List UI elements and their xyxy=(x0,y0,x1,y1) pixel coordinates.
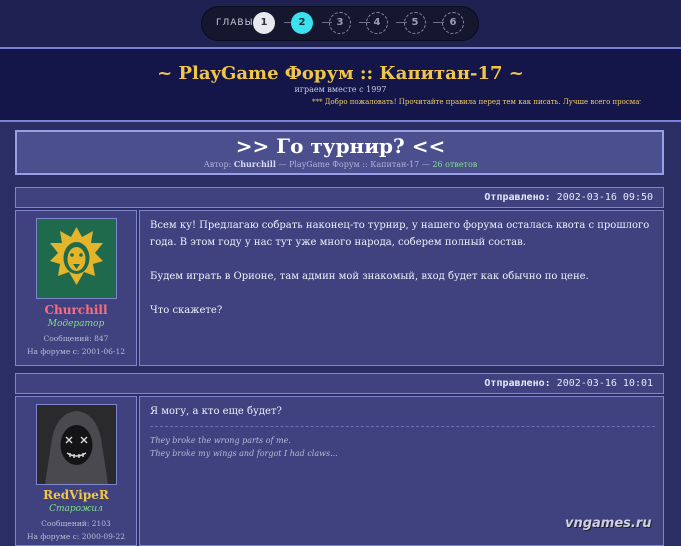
username-text: Churchill xyxy=(44,303,108,317)
hooded-figure-avatar[interactable] xyxy=(36,404,117,485)
signature-line: They broke the wrong parts of me. xyxy=(150,436,291,445)
chapter-5-button[interactable]: 5 xyxy=(404,12,426,34)
post-paragraph: Всем ку! Предлагаю собрать наконец-то ту… xyxy=(150,220,650,248)
post-date-bar: Отправлено: 2002-03-16 10:01 xyxy=(15,373,664,394)
thread-author-prefix: Автор: xyxy=(203,160,232,169)
hooded-figure-icon xyxy=(37,405,116,484)
reply-count: 26 ответов xyxy=(432,160,478,169)
forum-title[interactable]: ~ PlayGame Форум :: Капитан-17 ~ xyxy=(0,63,681,84)
chapter-6-button[interactable]: 6 xyxy=(442,12,464,34)
username[interactable]: Churchill xyxy=(15,303,137,317)
user-messages: Сообщений: 847 xyxy=(43,334,109,343)
user-role: Старожил xyxy=(49,504,103,514)
thread-author[interactable]: Churchill xyxy=(234,159,276,169)
lion-avatar[interactable] xyxy=(36,218,117,299)
chapter-1-button[interactable]: 1 xyxy=(253,12,275,34)
post-paragraph: Будем играть в Орионе, там админ мой зна… xyxy=(150,271,589,282)
post-paragraph: Что скажете? xyxy=(150,305,223,316)
post-date-bar: Отправлено: 2002-03-16 09:50 xyxy=(15,187,664,208)
sent-label: Отправлено: xyxy=(484,192,551,203)
lion-icon xyxy=(50,227,103,285)
chapter-4-button[interactable]: 4 xyxy=(366,12,388,34)
forum-tagline: играем вместе с 1997 xyxy=(294,85,387,94)
chapter-3-button[interactable]: 3 xyxy=(329,12,351,34)
user-messages: Сообщений: 2103 xyxy=(41,519,111,528)
post-paragraph: Я могу, а кто еще будет? xyxy=(150,406,282,417)
chapters-pill: ГЛАВЫ 1 2 3 4 5 6 xyxy=(202,7,478,40)
user-since: На форуме с: 2001-06-12 xyxy=(26,347,125,356)
user-role: Модератор xyxy=(47,319,105,329)
watermark: vngames.ru xyxy=(565,516,652,531)
thread-title: >> Го турнир? << xyxy=(235,134,446,158)
sent-label: Отправлено: xyxy=(484,378,551,389)
sent-time: 2002-03-16 10:01 xyxy=(556,378,653,389)
chapters-bar: ГЛАВЫ 1 2 3 4 5 6 xyxy=(0,0,681,47)
signature-divider xyxy=(150,426,655,427)
thread-forum-name: — PlayGame Форум :: Капитан-17 — xyxy=(278,160,430,169)
username[interactable]: RedVipeR xyxy=(15,488,137,502)
signature-line: They broke my wings and forgot I had cla… xyxy=(150,449,338,458)
welcome-marquee: *** Добро пожаловать! Прочитайте правила… xyxy=(312,98,641,106)
username-text: RedVipeR xyxy=(43,488,109,502)
thread-meta: Автор: Churchill — PlayGame Форум :: Кап… xyxy=(0,159,681,169)
chapters-label: ГЛАВЫ xyxy=(216,18,254,28)
chapter-2-button[interactable]: 2 xyxy=(291,12,313,34)
sent-time: 2002-03-16 09:50 xyxy=(556,192,653,203)
